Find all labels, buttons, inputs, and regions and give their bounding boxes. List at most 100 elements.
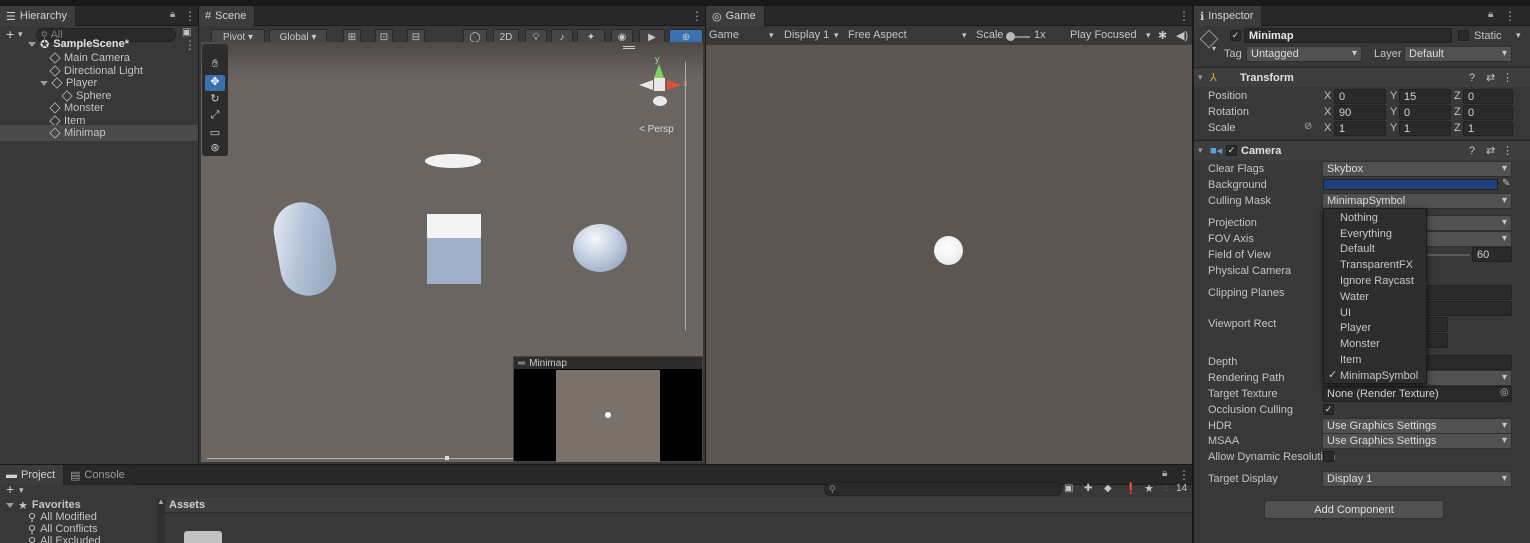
menu-item-minimapsymbol[interactable]: ✓ MinimapSymbol: [1324, 368, 1426, 384]
viewport-w-field[interactable]: [1426, 333, 1448, 348]
help-icon[interactable]: ?: [1469, 145, 1475, 157]
tab-inspector[interactable]: ℹ Inspector: [1194, 6, 1263, 26]
menu-item-water[interactable]: Water: [1324, 289, 1426, 305]
chevron-down-icon[interactable]: ▾: [19, 485, 24, 496]
lock-icon[interactable]: 🔒︎: [1488, 9, 1493, 20]
collapse-icon[interactable]: ▾: [1198, 145, 1203, 156]
gizmo-neg-y-cone[interactable]: [653, 96, 667, 106]
search-by-type-icon[interactable]: ▣: [1064, 483, 1073, 494]
static-dropdown-icon[interactable]: ▾: [1516, 30, 1521, 41]
constrain-proportions-icon[interactable]: ⊘: [1304, 121, 1312, 132]
more-options-icon[interactable]: ⋮: [1178, 9, 1190, 23]
rotation-z-field[interactable]: 0: [1463, 105, 1513, 120]
target-texture-field[interactable]: None (Render Texture): [1322, 386, 1512, 402]
audio-mute-icon[interactable]: ◀): [1176, 26, 1188, 44]
background-color-swatch[interactable]: [1323, 179, 1498, 190]
presets-icon[interactable]: ⇄: [1486, 144, 1495, 157]
eyedropper-icon[interactable]: ✎: [1502, 178, 1510, 189]
play-mode-dropdown[interactable]: Play Focused ▾: [1070, 26, 1154, 44]
menu-item-nothing[interactable]: Nothing: [1324, 210, 1426, 226]
msaa-dropdown[interactable]: Use Graphics Settings: [1322, 433, 1512, 449]
rotation-y-field[interactable]: 0: [1399, 105, 1451, 120]
gizmo-x-arrow[interactable]: [667, 80, 681, 90]
scale-slider-thumb[interactable]: [1006, 32, 1015, 41]
object-picker-icon[interactable]: ◎: [1500, 387, 1509, 398]
list-item-selected[interactable]: Minimap: [0, 125, 198, 141]
hdr-dropdown[interactable]: Use Graphics Settings: [1322, 418, 1512, 434]
gizmo-y-arrow[interactable]: [654, 64, 664, 78]
projection-dropdown[interactable]: [1426, 215, 1512, 231]
expand-icon[interactable]: [6, 502, 14, 508]
chevron-down-icon[interactable]: ▾: [18, 29, 23, 40]
cube-object[interactable]: [427, 238, 481, 284]
depth-field[interactable]: [1426, 355, 1512, 370]
more-options-icon[interactable]: ⋮: [184, 9, 196, 23]
scale-slider[interactable]: [1006, 32, 1030, 41]
add-icon[interactable]: +: [6, 26, 14, 42]
position-z-field[interactable]: 0: [1463, 89, 1513, 104]
capsule-object[interactable]: [269, 197, 341, 301]
menu-item-monster[interactable]: Monster: [1324, 336, 1426, 352]
near-clip-field[interactable]: [1426, 285, 1512, 300]
rotate-tool-icon[interactable]: ↻: [205, 92, 225, 108]
target-display-dropdown[interactable]: Display 1: [1322, 471, 1512, 487]
lock-icon[interactable]: 🔒︎: [170, 9, 175, 20]
scale-tool-icon[interactable]: ⤢: [205, 109, 225, 125]
tag-dropdown[interactable]: Untagged: [1246, 46, 1362, 62]
fov-value-field[interactable]: 60: [1472, 247, 1512, 262]
fov-slider-track[interactable]: [1426, 254, 1470, 256]
favorites-scrollbar[interactable]: ▲: [157, 497, 165, 543]
more-options-icon[interactable]: ⋮: [691, 9, 703, 23]
minimap-overlay[interactable]: ═ Minimap: [513, 356, 703, 462]
cube-object-top[interactable]: [427, 214, 481, 238]
folder-search-icon[interactable]: ▣: [182, 27, 191, 38]
transform-header[interactable]: ▾ ⅄ Transform ? ⇄ ⋮: [1194, 67, 1530, 87]
tab-hierarchy[interactable]: ☰ Hierarchy: [0, 6, 76, 26]
move-tool-icon[interactable]: ✥: [205, 75, 225, 91]
position-y-field[interactable]: 15: [1399, 89, 1451, 104]
menu-item-transparentfx[interactable]: TransparentFX: [1324, 257, 1426, 273]
collapse-icon[interactable]: ▾: [1198, 72, 1203, 83]
more-options-icon[interactable]: ⋮: [1178, 468, 1190, 482]
rendering-path-dropdown[interactable]: [1426, 370, 1512, 386]
layer-dropdown[interactable]: Default: [1404, 46, 1512, 62]
component-menu-icon[interactable]: ⋮: [1502, 144, 1513, 157]
list-item[interactable]: ⚲ All Excluded: [28, 533, 101, 543]
sphere-object[interactable]: [573, 224, 627, 272]
component-menu-icon[interactable]: ⋮: [1502, 71, 1513, 84]
lock-icon[interactable]: 🔒︎: [1162, 468, 1167, 479]
game-viewport[interactable]: [706, 45, 1192, 464]
menu-item-player[interactable]: Player: [1324, 321, 1426, 337]
gizmo-center-cube[interactable]: [654, 78, 665, 91]
camera-enabled-checkbox[interactable]: ✓: [1226, 145, 1237, 156]
game-mode-dropdown[interactable]: Game ▾: [709, 26, 777, 44]
project-search-input[interactable]: ⚲: [824, 482, 1062, 496]
menu-item-ui[interactable]: UI: [1324, 305, 1426, 321]
add-component-button[interactable]: Add Component: [1264, 500, 1444, 519]
expand-icon[interactable]: [40, 80, 48, 86]
star-icon[interactable]: ★: [1144, 482, 1154, 495]
chevron-up-icon[interactable]: ▲: [157, 497, 165, 506]
tab-scene[interactable]: # Scene: [199, 6, 256, 26]
drag-handle-icon[interactable]: ═: [518, 358, 525, 369]
fov-axis-dropdown[interactable]: [1426, 231, 1512, 247]
projection-label[interactable]: < Persp: [639, 124, 674, 135]
object-name-input[interactable]: Minimap: [1244, 28, 1452, 43]
camera-header[interactable]: ▾ ■◂ ✓ Camera ? ⇄ ⋮: [1194, 140, 1530, 160]
plane-object[interactable]: [425, 154, 481, 168]
clear-flags-dropdown[interactable]: Skybox: [1322, 161, 1512, 177]
expand-icon[interactable]: [28, 41, 36, 47]
far-clip-field[interactable]: [1426, 301, 1512, 316]
bug-icon[interactable]: ✱: [1158, 26, 1167, 44]
warning-icon[interactable]: ❗: [1124, 482, 1138, 495]
rotation-x-field[interactable]: 90: [1334, 105, 1386, 120]
aspect-dropdown[interactable]: Free Aspect ▾: [848, 26, 970, 44]
chevron-down-icon[interactable]: ▾: [1212, 44, 1216, 53]
dynamic-resolution-checkbox[interactable]: [1323, 451, 1334, 462]
menu-item-ignore-raycast[interactable]: Ignore Raycast: [1324, 273, 1426, 289]
minimap-overlay-header[interactable]: ═ Minimap: [514, 357, 702, 369]
culling-mask-dropdown[interactable]: MinimapSymbol: [1322, 193, 1512, 209]
gizmo-neg-x-arrow[interactable]: [639, 80, 653, 90]
menu-item-default[interactable]: Default: [1324, 242, 1426, 258]
hidden-count-icon[interactable]: ◌: [1163, 483, 1169, 494]
